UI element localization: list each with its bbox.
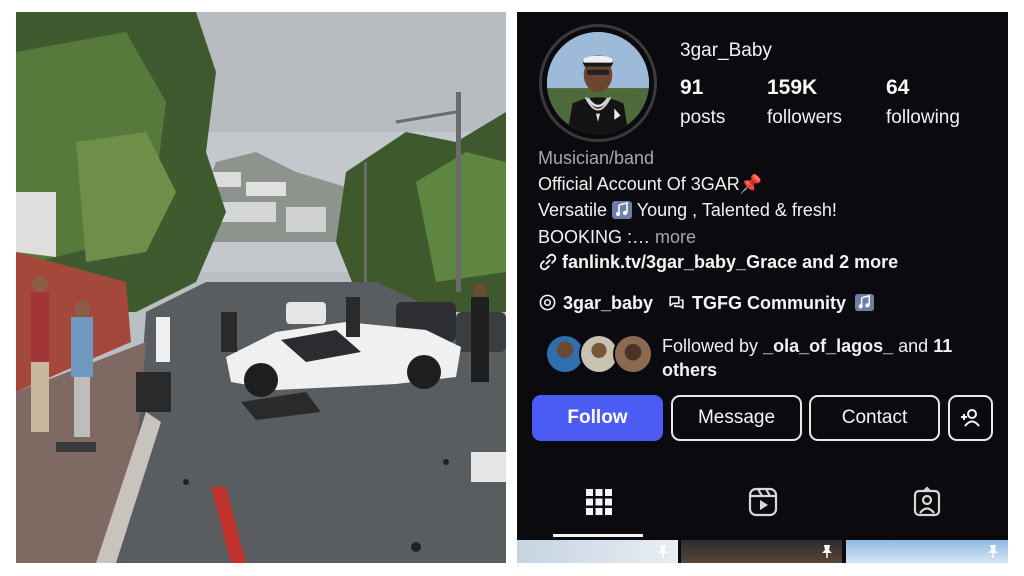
pushpin-emoji: 📌 [739,174,763,194]
followed-by-prefix: Followed by [662,336,759,356]
community-name: TGFG Community [692,293,846,313]
bio-more-link[interactable]: more [655,227,696,247]
add-person-icon [960,409,980,427]
posts-label: posts [680,107,726,128]
music-note-icon [855,293,875,312]
profile-link[interactable]: fanlink.tv/3gar_baby_Grace and 2 more [538,252,898,273]
bio-line-3-text: BOOKING :… [538,227,651,247]
tab-reels[interactable] [681,482,844,538]
pin-icon [822,545,832,558]
following-label: following [886,107,960,128]
avatar-image [547,32,649,134]
profile-tabs [517,482,1008,538]
tagged-icon [913,486,940,517]
bio-line-1: Official Account Of 3GAR📌 [538,174,762,195]
tab-posts-grid[interactable] [517,482,680,538]
crash-scene-image [16,12,506,563]
active-tab-indicator [553,534,643,537]
post-thumbnail[interactable] [846,540,1008,563]
link-icon [539,253,557,271]
followed-by-others: others [662,360,718,380]
followers-label: followers [767,107,842,128]
followers-count: 159K [767,76,818,99]
threads-icon [539,294,556,311]
profile-category: Musician/band [538,148,655,168]
followed-by-user: _ola_of_lagos_ [763,336,894,356]
follow-button[interactable]: Follow [532,395,663,441]
community-icon [669,296,684,309]
crash-photo [16,12,506,563]
bio-line-3: BOOKING :… more [538,227,696,248]
reels-icon [748,487,777,517]
contact-button[interactable]: Contact [809,395,940,441]
post-thumbnail[interactable] [517,540,678,563]
profile-link-text: fanlink.tv/3gar_baby_Grace and 2 more [562,252,899,272]
followers-count-stat[interactable]: 159K followers [767,76,842,129]
followed-by-count: 11 [933,336,953,356]
message-button[interactable]: Message [671,395,802,441]
threads-badge[interactable]: 3gar_baby [538,293,653,314]
posts-grid [517,540,1008,563]
pin-icon [988,545,998,558]
music-note-icon [612,201,633,219]
following-count: 64 [886,76,910,99]
profile-username: 3gar_Baby [680,40,772,61]
posts-count-stat[interactable]: 91 posts [680,76,725,129]
posts-count: 91 [680,76,704,99]
threads-handle: 3gar_baby [563,293,654,313]
post-thumbnail[interactable] [681,540,842,563]
bio-line-1-text: Official Account Of 3GAR [538,174,740,194]
community-badge[interactable]: TGFG Community [667,293,880,314]
bio-line-2-text-b: Young , Talented & fresh! [636,200,837,220]
pin-icon [658,545,668,558]
mutual-avatar [613,334,653,374]
mutual-followers-avatars[interactable] [545,334,655,376]
following-count-stat[interactable]: 64 following [886,76,960,129]
bio-line-2: Versatile Young , Talented & fresh! [538,200,837,221]
followed-by-and: and [898,336,929,356]
suggest-people-button[interactable] [948,395,993,441]
tab-tagged[interactable] [845,482,1008,538]
instagram-profile: 3gar_Baby 91 posts 159K followers 64 fol… [517,12,1008,563]
followed-by-text[interactable]: Followed by _ola_of_lagos_ and 11 others [662,334,982,382]
profile-avatar[interactable] [539,24,657,142]
grid-icon [585,489,612,515]
bio-line-2-text-a: Versatile [538,200,608,220]
